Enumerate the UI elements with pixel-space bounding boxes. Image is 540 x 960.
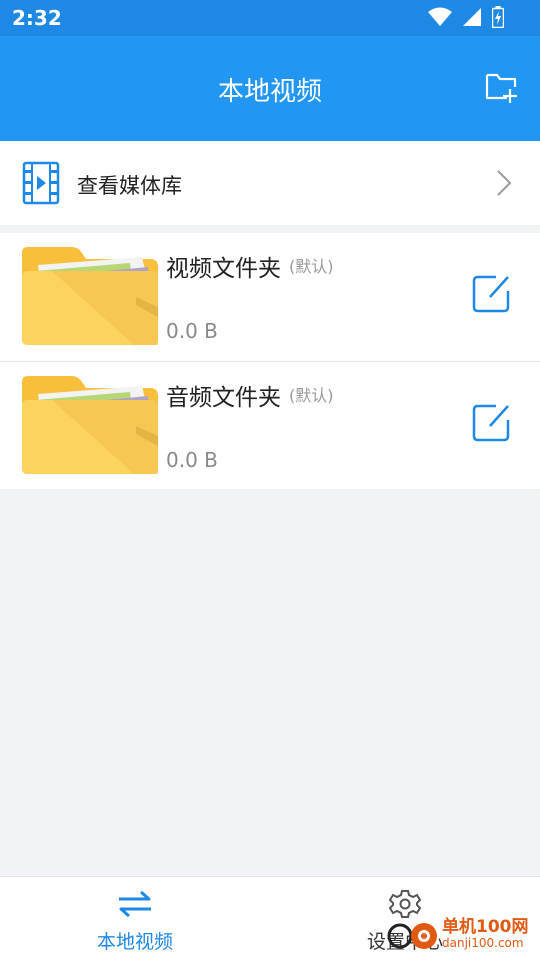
status-bar: 2:32 bbox=[0, 0, 540, 36]
folder-item-audio[interactable]: 音频文件夹 (默认) 0.0 B bbox=[0, 361, 540, 489]
page-title: 本地视频 bbox=[217, 77, 322, 107]
swap-arrows-icon bbox=[119, 890, 151, 918]
edit-button[interactable] bbox=[470, 402, 512, 444]
app-bar: 本地视频 bbox=[0, 36, 540, 141]
folder-plus-icon bbox=[485, 73, 517, 103]
folder-icon bbox=[22, 247, 158, 345]
folder-list: 视频文件夹 (默认) 0.0 B 音频文件夹 (默认) 0.0 B bbox=[0, 233, 540, 489]
folder-icon bbox=[22, 376, 158, 474]
chevron-right-icon bbox=[497, 170, 512, 196]
watermark: 单机100网 danji100.com bbox=[386, 912, 536, 958]
folder-item-video[interactable]: 视频文件夹 (默认) 0.0 B bbox=[0, 233, 540, 361]
folder-name: 音频文件夹 bbox=[166, 385, 281, 411]
watermark-logo-icon bbox=[387, 923, 437, 949]
nav-tab-local-video[interactable]: 本地视频 bbox=[0, 877, 270, 960]
new-folder-button[interactable] bbox=[484, 71, 520, 105]
watermark-url: danji100.com bbox=[442, 936, 524, 950]
status-time: 2:32 bbox=[12, 6, 62, 30]
wifi-icon bbox=[428, 7, 452, 26]
edit-button[interactable] bbox=[470, 273, 512, 315]
video-file-icon bbox=[22, 161, 60, 205]
watermark-text: 单机100网 bbox=[442, 917, 529, 937]
folder-name: 视频文件夹 bbox=[166, 256, 281, 282]
battery-icon bbox=[492, 6, 504, 28]
status-icons bbox=[428, 6, 504, 28]
default-tag: (默认) bbox=[289, 386, 334, 405]
media-library-row[interactable]: 查看媒体库 bbox=[0, 141, 540, 225]
folder-size: 0.0 B bbox=[166, 319, 218, 343]
folder-size: 0.0 B bbox=[166, 448, 218, 472]
media-library-label: 查看媒体库 bbox=[77, 174, 182, 198]
cell-signal-icon bbox=[463, 8, 481, 26]
default-tag: (默认) bbox=[289, 257, 334, 276]
nav-label: 本地视频 bbox=[96, 931, 173, 953]
